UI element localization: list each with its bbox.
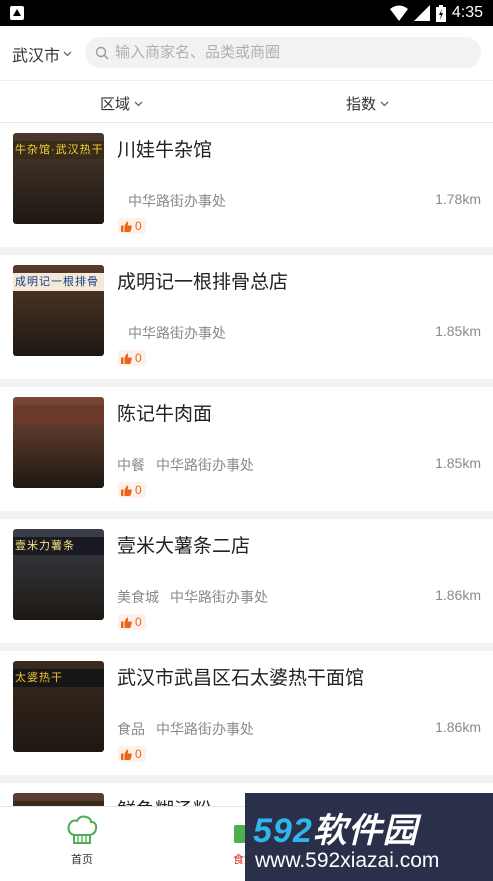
tab-home[interactable]: 首页 xyxy=(42,815,122,867)
restaurant-card[interactable]: 牛杂馆·武汉热干 川娃牛杂馆 中华路街办事处 1.78km 0 xyxy=(0,123,493,247)
restaurant-distance: 1.86km xyxy=(435,719,481,735)
index-sort-label: 指数 xyxy=(346,96,377,113)
restaurant-distance: 1.78km xyxy=(435,191,481,207)
restaurant-category: 美食城 xyxy=(117,589,159,605)
area-filter[interactable]: 区域 xyxy=(100,93,143,114)
restaurant-card[interactable]: 壹米力薯条 壹米大薯条二店 美食城 中华路街办事处 1.86km 0 xyxy=(0,519,493,643)
clock: 4:35 xyxy=(451,4,483,21)
restaurant-category: 食品 xyxy=(117,721,145,737)
like-count: 0 xyxy=(135,351,142,365)
storefront-sign: 成明记一根排骨 xyxy=(13,273,104,291)
chef-hat-icon xyxy=(67,815,98,844)
restaurant-name: 成明记一根排骨总店 xyxy=(117,272,289,293)
restaurant-distance: 1.85km xyxy=(435,323,481,339)
storefront-sign: 牛杂馆·武汉热干 xyxy=(13,141,104,159)
thumbs-up-icon xyxy=(121,221,132,232)
restaurant-district: 中华路街办事处 xyxy=(128,325,226,341)
restaurant-distance: 1.86km xyxy=(435,587,481,603)
restaurant-name: 武汉市武昌区石太婆热干面馆 xyxy=(117,668,365,689)
restaurant-name: 壹米大薯条二店 xyxy=(117,536,251,557)
restaurant-name: 陈记牛肉面 xyxy=(117,404,213,425)
top-search-bar: 武汉市 xyxy=(0,26,493,80)
watermark-logo: 592软件园 www.592xiazai.com xyxy=(245,793,493,881)
storefront-sign xyxy=(13,405,104,423)
watermark-brand-text: 软件园 xyxy=(312,812,418,850)
search-input[interactable] xyxy=(115,44,455,61)
restaurant-photo: 牛杂馆·武汉热干 xyxy=(13,133,104,224)
index-sort[interactable]: 指数 xyxy=(346,93,389,114)
watermark-brand-number: 592 xyxy=(253,812,313,850)
like-badge[interactable]: 0 xyxy=(118,350,146,366)
restaurant-name: 川娃牛杂馆 xyxy=(117,140,213,161)
watermark-url: www.592xiazai.com xyxy=(255,849,440,872)
filter-bar: 区域 指数 xyxy=(0,80,493,123)
like-count: 0 xyxy=(135,747,142,761)
like-badge[interactable]: 0 xyxy=(118,482,146,498)
restaurant-distance: 1.85km xyxy=(435,455,481,471)
storefront-sign: 太婆热干 xyxy=(13,669,104,687)
restaurant-card[interactable]: 成明记一根排骨 成明记一根排骨总店 中华路街办事处 1.85km 0 xyxy=(0,255,493,379)
chevron-down-icon xyxy=(134,101,143,106)
like-badge[interactable]: 0 xyxy=(118,614,146,630)
signal-icon xyxy=(413,5,430,21)
restaurant-photo: 成明记一根排骨 xyxy=(13,265,104,356)
area-filter-label: 区域 xyxy=(100,96,131,113)
wifi-icon xyxy=(389,5,408,21)
search-icon xyxy=(95,46,109,59)
restaurant-card[interactable]: 太婆热干 武汉市武昌区石太婆热干面馆 食品 中华路街办事处 1.86km 0 xyxy=(0,651,493,775)
app-notification-icon xyxy=(10,6,24,20)
status-bar: 4:35 xyxy=(0,0,493,26)
like-badge[interactable]: 0 xyxy=(118,746,146,762)
city-label: 武汉市 xyxy=(12,48,61,65)
tab-home-label: 首页 xyxy=(71,854,93,866)
restaurant-photo xyxy=(13,397,104,488)
like-count: 0 xyxy=(135,219,142,233)
search-box[interactable] xyxy=(85,37,481,68)
restaurant-district: 中华路街办事处 xyxy=(128,193,226,209)
restaurant-district: 中华路街办事处 xyxy=(156,457,254,473)
chevron-down-icon xyxy=(380,101,389,106)
storefront-sign: 壹米力薯条 xyxy=(13,537,104,555)
like-count: 0 xyxy=(135,483,142,497)
thumbs-up-icon xyxy=(121,617,132,628)
thumbs-up-icon xyxy=(121,353,132,364)
battery-icon xyxy=(435,4,446,22)
restaurant-category: 中餐 xyxy=(117,457,145,473)
restaurant-district: 中华路街办事处 xyxy=(156,721,254,737)
like-badge[interactable]: 0 xyxy=(118,218,146,234)
restaurant-district: 中华路街办事处 xyxy=(170,589,268,605)
restaurant-photo: 太婆热干 xyxy=(13,661,104,752)
chevron-down-icon xyxy=(63,51,72,57)
thumbs-up-icon xyxy=(121,485,132,496)
thumbs-up-icon xyxy=(121,749,132,760)
restaurant-photo: 壹米力薯条 xyxy=(13,529,104,620)
like-count: 0 xyxy=(135,615,142,629)
restaurant-card[interactable]: 陈记牛肉面 中餐 中华路街办事处 1.85km 0 xyxy=(0,387,493,511)
city-selector[interactable]: 武汉市 xyxy=(12,42,72,66)
